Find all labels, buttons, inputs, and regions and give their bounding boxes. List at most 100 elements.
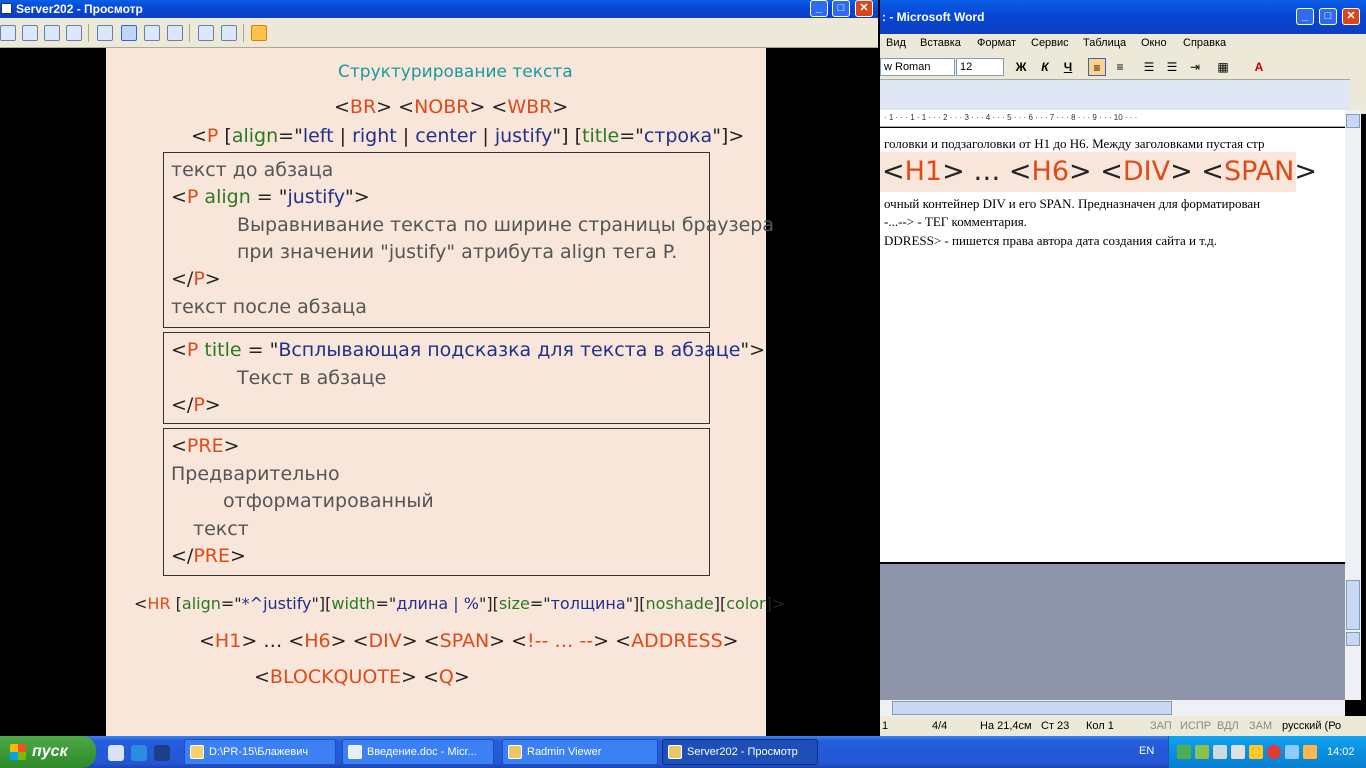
fullscreen-icon[interactable] [144,25,160,41]
disconnect-icon[interactable] [251,25,267,41]
show-desktop-icon[interactable] [108,745,124,761]
doc-line-1: головки и подзаголовки от H1 до H6. Межд… [884,136,1265,151]
p-syntax-line: <P [align="left | right | center | justi… [191,125,745,147]
taskbar-item-explorer[interactable]: D:\PR-15\Блажевич [184,739,336,765]
status-pages: 4/4 [932,720,948,732]
security-icon[interactable] [1249,745,1263,759]
bullet-list-icon[interactable]: ☰ [1163,58,1181,76]
p-align-open-tag: <P align = "justify"> [171,186,370,208]
radmin-tray-icon[interactable] [1303,745,1317,759]
task-label: Server202 - Просмотр [687,746,798,758]
radmin-icon [668,745,682,759]
italic-button[interactable]: К [1036,58,1054,76]
word-close-button[interactable]: ✕ [1342,8,1360,25]
taskbar-item-server202[interactable]: Server202 - Просмотр [662,739,818,765]
chat-icon[interactable] [22,25,38,41]
maximize-button[interactable]: □ [832,0,850,17]
menu-help[interactable]: Справка [1183,37,1226,49]
pre-text-line3: текст [193,518,249,540]
indent-icon[interactable]: ⇥ [1186,58,1204,76]
minimize-button[interactable]: _ [810,0,828,17]
status-extend[interactable]: ВДЛ [1217,720,1239,732]
menu-format[interactable]: Формат [977,37,1016,49]
media-player-icon[interactable] [154,745,170,761]
scroll-up-icon[interactable] [1346,114,1360,128]
settings-icon[interactable] [221,25,237,41]
network-icon[interactable] [1177,745,1191,759]
title-example-box: <P title = "Всплывающая подсказка для те… [163,332,765,424]
horizontal-scrollbar[interactable] [880,700,1345,716]
status-track[interactable]: ИСПР [1180,720,1211,732]
p-title-open-tag: <P title = "Всплывающая подсказка для те… [171,339,766,361]
status-position: На 21,4см [980,720,1032,732]
windows-flag-icon [10,744,26,760]
menu-view[interactable]: Вид [886,37,906,49]
p-close-tag: </P> [171,394,221,416]
heading-tags-line: <H1> … <H6> <DIV> <SPAN> <!-- … --> <ADD… [199,630,739,652]
tray-app2-icon[interactable] [1285,745,1299,759]
toolbar-separator [243,24,244,42]
slide-heading: Структурирование текста [338,62,573,82]
voice-chat-icon[interactable] [44,25,60,41]
font-name-select[interactable]: w Roman [880,58,955,76]
hr-syntax-line: <HR [align="*^justify"][width="длина | %… [134,594,786,613]
font-size-select[interactable]: 12 [956,58,1004,76]
language-indicator[interactable]: EN [1139,745,1154,757]
align-left-icon[interactable]: ≡ [1088,58,1106,76]
menu-table[interactable]: Таблица [1083,37,1126,49]
folder-icon [190,745,204,759]
taskbar-item-word[interactable]: Введение.doc - Micr... [342,739,494,765]
font-color-icon[interactable]: A [1250,58,1268,76]
scroll-down-icon[interactable] [1346,632,1360,646]
clock[interactable]: 14:02 [1327,746,1355,758]
bold-button[interactable]: Ж [1012,58,1030,76]
vertical-scrollbar[interactable] [1345,110,1361,700]
menu-tools[interactable]: Сервис [1031,37,1069,49]
start-label: пуск [32,743,68,760]
word-formatting-toolbar: w Roman 12 Ж К Ч ≡ ≡ ☰ ☰ ⇥ ▦ A [880,54,1350,80]
stretch-mode-icon[interactable] [121,25,137,41]
word-document[interactable]: головки и подзаголовки от H1 до H6. Межд… [880,128,1345,562]
copy-icon[interactable] [198,25,214,41]
status-rec[interactable]: ЗАП [1150,720,1172,732]
task-label: Введение.doc - Micr... [367,746,477,758]
pre-close-tag: </PRE> [171,545,246,567]
p-close-tag: </P> [171,268,221,290]
display-icon[interactable] [1213,745,1227,759]
word-icon [348,745,362,759]
radmin-app-icon [1,3,12,14]
full-control-icon[interactable] [0,25,16,41]
message-icon[interactable] [66,25,82,41]
tray-app-icon[interactable] [1195,745,1209,759]
word-minimize-button[interactable]: _ [1296,8,1314,25]
menu-window[interactable]: Окно [1141,37,1167,49]
scroll-thumb[interactable] [1346,580,1360,630]
text-before-paragraph: текст до абзаца [171,159,334,181]
antivirus-icon[interactable] [1267,745,1281,759]
word-toolbar-area [880,80,1350,110]
fullscreen-stretch-icon[interactable] [167,25,183,41]
internet-explorer-icon[interactable] [131,745,147,761]
hscroll-thumb[interactable] [892,701,1172,715]
word-menu-bar: Вид Вставка Формат Сервис Таблица Окно С… [880,34,1350,54]
doc-line-2: очный контейнер DIV и его SPAN. Предназн… [884,196,1261,211]
volume-icon[interactable] [1231,745,1245,759]
align-center-icon[interactable]: ≡ [1111,58,1129,76]
menu-insert[interactable]: Вставка [920,37,961,49]
numbered-list-icon[interactable]: ☰ [1140,58,1158,76]
word-side-panel [1350,34,1366,114]
borders-icon[interactable]: ▦ [1214,58,1232,76]
status-line: Ст 23 [1041,720,1070,732]
start-button[interactable]: пуск [0,736,96,768]
radmin-toolbar [0,18,878,48]
justify-text-line1: Выравнивание текста по ширине страницы б… [237,214,774,236]
word-maximize-button[interactable]: □ [1319,8,1337,25]
status-overtype[interactable]: ЗАМ [1249,720,1272,732]
windowed-mode-icon[interactable] [97,25,113,41]
taskbar-item-radmin[interactable]: Radmin Viewer [502,739,658,765]
close-button[interactable]: ✕ [855,0,873,17]
toolbar-separator [189,24,190,42]
underline-button[interactable]: Ч [1059,58,1077,76]
horizontal-ruler[interactable]: · 1 · · · 1 · 1 · · · 2 · · · 3 · · · 4 … [880,110,1345,127]
radmin-window-title: Server202 - Просмотр [16,2,143,16]
